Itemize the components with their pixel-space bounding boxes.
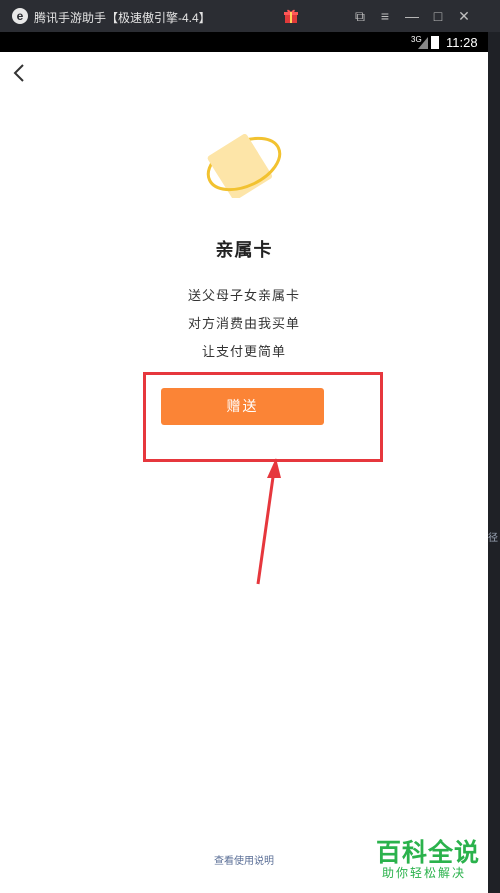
close-icon[interactable]: ✕ — [454, 6, 474, 26]
annotation-highlight-box — [143, 372, 383, 462]
description-line-1: 送父母子女亲属卡 — [187, 288, 300, 303]
status-time: 11:28 — [446, 35, 478, 50]
window-title: 腾讯手游助手【极速傲引擎-4.4】 — [34, 11, 211, 25]
emulator-title-bar: e 腾讯手游助手【极速傲引擎-4.4】 ⧉ ≡ — □ ✕ — [0, 0, 500, 32]
menu-icon[interactable]: ≡ — [375, 6, 395, 26]
family-card-icon — [206, 134, 282, 198]
maximize-icon[interactable]: □ — [428, 6, 448, 26]
gift-icon[interactable] — [283, 8, 299, 24]
description-line-3: 让支付更简单 — [201, 344, 286, 359]
battery-icon — [431, 36, 439, 49]
description-line-2: 对方消费由我买单 — [187, 316, 300, 331]
app-screen: 亲属卡 送父母子女亲属卡 对方消费由我买单 让支付更简单 赠送 查看使用说明 — [0, 52, 488, 893]
signal-icon — [418, 37, 428, 49]
minimize-icon[interactable]: — — [402, 6, 422, 26]
emulator-side-strip — [488, 32, 500, 893]
annotation-arrow-icon — [256, 458, 281, 585]
android-status-bar: 3G 11:28 — [0, 32, 488, 52]
watermark-logo: 百科全说 助你轻松解决 — [370, 833, 488, 885]
app-logo-icon: e — [12, 8, 28, 24]
back-arrow-icon[interactable] — [10, 62, 28, 84]
pin-window-icon[interactable]: ⧉ — [350, 6, 370, 26]
emulator-window: e 腾讯手游助手【极速傲引擎-4.4】 ⧉ ≡ — □ ✕ 3G 11:28 简… — [0, 0, 500, 893]
page-title: 亲属卡 — [215, 240, 273, 260]
watermark-slogan: 助你轻松解决 — [382, 866, 467, 880]
